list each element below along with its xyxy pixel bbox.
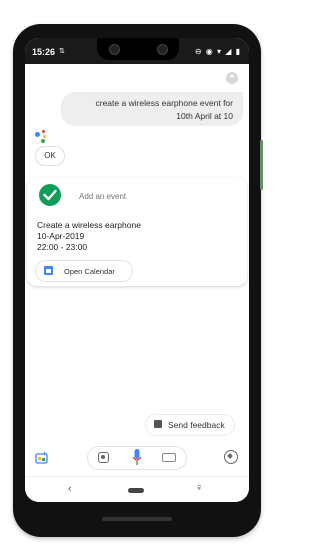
camera-notch — [97, 38, 179, 60]
user-query-line: 10th April at 10 — [176, 111, 233, 121]
microphone-icon[interactable] — [132, 448, 142, 468]
status-icons: ⊖ ◉ ▾ ◢ ▮ — [194, 47, 241, 56]
assistant-reply-chip: OK — [35, 146, 65, 166]
data-transfer-icon: ⇅ — [59, 48, 65, 55]
event-status-label: Add an event — [79, 192, 127, 201]
bottom-speaker-grille — [102, 517, 172, 521]
home-button[interactable] — [128, 488, 144, 493]
checkmark-icon — [39, 184, 61, 206]
open-calendar-label: Open Calendar — [64, 267, 115, 276]
send-feedback-label: Send feedback — [168, 420, 225, 430]
front-camera-icon — [109, 44, 120, 55]
send-feedback-button[interactable]: Send feedback — [145, 414, 235, 436]
user-query-line: create a wireless earphone event for — [95, 98, 234, 108]
navigation-bar: ‹ ♀ — [25, 476, 249, 502]
user-query-bubble: create a wireless earphone event for 10t… — [61, 92, 243, 126]
power-button — [260, 140, 263, 190]
back-icon[interactable]: ‹ — [68, 483, 72, 495]
feedback-icon — [154, 420, 162, 428]
google-assistant-icon — [35, 130, 51, 144]
explore-compass-icon[interactable] — [224, 450, 238, 464]
event-time: 22:00 - 23:00 — [37, 242, 88, 252]
lens-icon[interactable] — [98, 452, 109, 463]
user-avatar[interactable] — [226, 72, 238, 84]
screen: 15:26 ⇅ ⊖ ◉ ▾ ◢ ▮ create a wireless earp… — [25, 38, 249, 502]
status-time: 15:26 — [32, 47, 56, 57]
assistant-input-bar — [25, 442, 249, 472]
event-date: 10-Apr-2019 — [37, 231, 85, 241]
open-calendar-button[interactable]: Open Calendar — [35, 260, 133, 282]
snapshot-icon[interactable] — [35, 450, 49, 464]
event-title: Create a wireless earphone — [37, 220, 141, 230]
front-camera-icon — [157, 44, 168, 55]
calendar-icon — [44, 266, 53, 275]
status-bar: 15:26 ⇅ ⊖ ◉ ▾ ◢ ▮ — [25, 38, 249, 64]
accessibility-icon[interactable]: ♀ — [195, 482, 203, 494]
keyboard-icon[interactable] — [162, 453, 176, 462]
input-pill — [87, 446, 187, 470]
event-card: Add an event Create a wireless earphone … — [27, 178, 247, 286]
